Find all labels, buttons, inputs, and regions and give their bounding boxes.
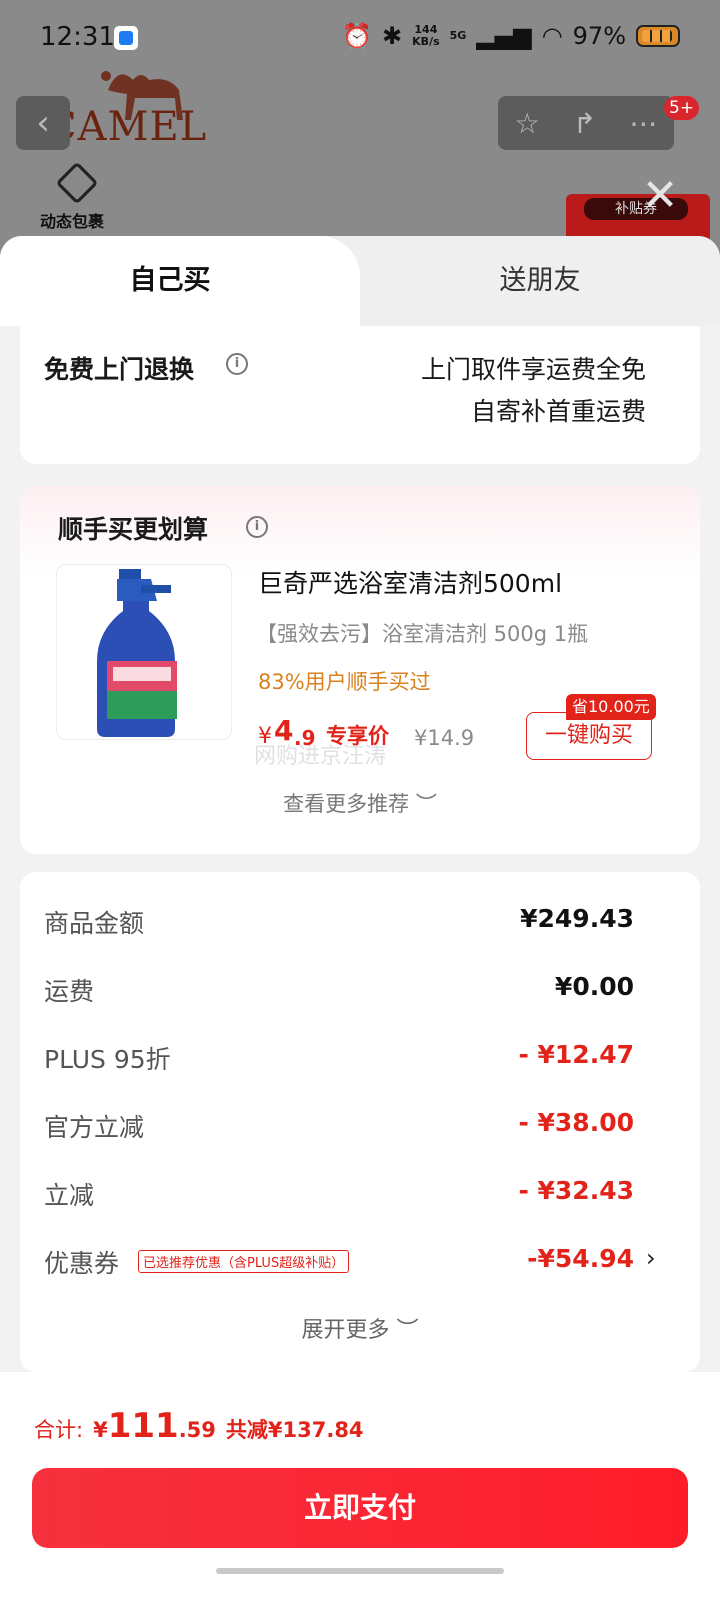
alarm-icon: ⏰: [342, 22, 373, 50]
product-spec: 【强效去污】浴室清洁剂 500g 1瓶: [256, 622, 589, 646]
summary-row-plus-discount: PLUS 95折 - ¥12.47: [44, 1040, 634, 1080]
expand-more-link[interactable]: 展开更多 ︶: [20, 1312, 700, 1344]
tab-buy-for-self[interactable]: 自己买: [0, 236, 340, 326]
top-actions: ☆ ↱ ⋯: [498, 96, 674, 150]
summary-value: - ¥38.00: [518, 1108, 634, 1137]
close-icon[interactable]: ✕: [640, 174, 680, 218]
network-type: 5G: [449, 29, 467, 42]
summary-label: 立减: [44, 1181, 95, 1210]
summary-value: -¥54.94: [527, 1244, 634, 1273]
cleaner-bottle-icon: [97, 569, 177, 737]
summary-label: 官方立减: [44, 1113, 145, 1142]
speed-unit: KB/s: [412, 35, 440, 48]
product-name[interactable]: 巨奇严选浴室清洁剂500ml: [258, 564, 562, 600]
recommendation-title: 顺手买更划算: [58, 515, 209, 544]
wifi-icon: ◠: [541, 22, 563, 50]
status-time: 12:31: [40, 22, 115, 52]
total-label: 合计:: [34, 1418, 84, 1442]
original-price: ¥14.9: [414, 726, 475, 750]
package-icon: [55, 161, 99, 205]
summary-row-coupon[interactable]: 优惠券 已选推荐优惠（含PLUS超级补贴） -¥54.94: [44, 1244, 634, 1284]
summary-label: 商品金额: [44, 909, 145, 938]
summary-label: 运费: [44, 977, 95, 1006]
summary-value: - ¥12.47: [518, 1040, 634, 1069]
more-recommendations-link[interactable]: 查看更多推荐 ︶: [20, 788, 700, 818]
summary-row-shipping: 运费 ¥0.00: [44, 972, 634, 1012]
back-button[interactable]: ‹: [16, 96, 70, 150]
summary-value: ¥0.00: [554, 972, 634, 1001]
info-icon[interactable]: i: [246, 516, 268, 538]
watermark: 网购进京汪涛: [254, 744, 387, 769]
checkout-sheet: 自己买 送朋友 免费上门退换 i 上门取件享运费全免 自寄补首重运费 顺手买更划…: [0, 236, 720, 1600]
summary-row-instant-cut: 立减 - ¥32.43: [44, 1176, 634, 1216]
summary-row-official-cut: 官方立减 - ¥38.00: [44, 1108, 634, 1148]
pay-now-button[interactable]: 立即支付: [32, 1468, 688, 1548]
total-decimal: .59: [178, 1418, 216, 1442]
favorite-star-icon[interactable]: ☆: [515, 107, 540, 140]
app-notification-icon: [114, 26, 138, 50]
coupon-recommend-tag: 已选推荐优惠（含PLUS超级补贴）: [138, 1250, 350, 1273]
bluetooth-icon: ✱: [382, 22, 403, 50]
battery-icon: [636, 25, 680, 47]
home-indicator[interactable]: [216, 1568, 504, 1574]
summary-value: - ¥32.43: [518, 1176, 634, 1205]
battery-percent: 97%: [572, 22, 626, 50]
summary-value: ¥249.43: [520, 904, 634, 933]
checkout-footer: 合计: ¥ 111 .59 共减¥137.84 立即支付: [0, 1372, 720, 1600]
total-saved: 共减¥137.84: [225, 1418, 364, 1442]
total-line: 合计: ¥ 111 .59 共减¥137.84: [34, 1406, 364, 1446]
buy-mode-tabs: 自己买 送朋友: [0, 236, 720, 326]
brand-logo-text: CAMEL: [46, 104, 208, 150]
save-amount-tag: 省10.00元: [566, 694, 656, 720]
network-speed: 144 KB/s: [412, 24, 439, 48]
return-pickup-text: 上门取件享运费全免: [420, 355, 646, 384]
status-indicators: ⏰ ✱ 144 KB/s 5G ▂▄▆ ◠ 97%: [342, 22, 680, 50]
package-label: 动态包裹: [40, 212, 105, 231]
free-return-card: 免费上门退换 i 上门取件享运费全免 自寄补首重运费: [20, 326, 700, 464]
more-icon[interactable]: ⋯: [629, 107, 657, 140]
product-image[interactable]: [56, 564, 232, 740]
recommendation-card: 顺手买更划算 i 巨奇严选浴室清洁剂500ml 【强效去污】浴室清洁剂 500g…: [20, 486, 700, 854]
share-icon[interactable]: ↱: [573, 107, 596, 140]
summary-row-goods: 商品金额 ¥249.43: [44, 904, 634, 944]
summary-label: PLUS 95折: [44, 1045, 171, 1074]
info-icon[interactable]: i: [226, 353, 248, 375]
total-symbol: ¥: [93, 1418, 108, 1442]
tab-gift-to-friend[interactable]: 送朋友: [360, 236, 720, 326]
chevron-right-icon[interactable]: ›: [646, 1244, 656, 1272]
background-page: 12:31 ⏰ ✱ 144 KB/s 5G ▂▄▆ ◠ 97% CAMEL ‹ …: [0, 0, 720, 260]
message-badge: 5+: [664, 96, 700, 120]
signal-icon: ▂▄▆: [476, 22, 532, 50]
summary-label: 优惠券: [44, 1249, 120, 1278]
return-title: 免费上门退换: [44, 355, 195, 384]
price-summary-card: 商品金额 ¥249.43 运费 ¥0.00 PLUS 95折 - ¥12.47 …: [20, 872, 700, 1372]
buyers-percent: 83%用户顺手买过: [258, 670, 431, 694]
total-integer: 111: [107, 1406, 179, 1446]
return-self-send-text: 自寄补首重运费: [470, 397, 646, 426]
